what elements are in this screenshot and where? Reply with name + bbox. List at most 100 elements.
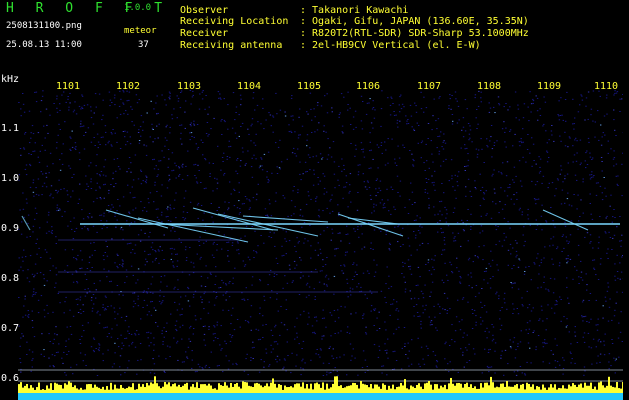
noise-speckle bbox=[443, 282, 445, 284]
noise-speckle bbox=[199, 236, 201, 238]
noise-speckle bbox=[601, 161, 603, 162]
noise-speckle bbox=[404, 262, 406, 264]
noise-speckle bbox=[451, 339, 453, 341]
noise-speckle bbox=[247, 299, 249, 301]
noise-speckle bbox=[355, 312, 357, 314]
activity-bar bbox=[370, 384, 372, 393]
activity-bar bbox=[482, 387, 484, 393]
noise-speckle bbox=[328, 362, 330, 364]
noise-speckle bbox=[524, 373, 526, 375]
noise-speckle bbox=[140, 229, 142, 231]
noise-speckle bbox=[319, 348, 322, 350]
noise-speckle bbox=[216, 296, 218, 297]
noise-speckle bbox=[443, 140, 445, 142]
noise-speckle bbox=[18, 325, 20, 327]
noise-speckle bbox=[146, 292, 148, 294]
noise-speckle bbox=[441, 146, 443, 148]
noise-speckle bbox=[320, 105, 323, 107]
noise-speckle bbox=[598, 338, 600, 340]
noise-speckle bbox=[84, 354, 86, 356]
noise-speckle bbox=[290, 132, 293, 133]
noise-speckle bbox=[49, 152, 52, 154]
noise-speckle bbox=[275, 142, 277, 144]
noise-speckle bbox=[347, 91, 349, 93]
activity-bar bbox=[40, 389, 42, 393]
noise-speckle bbox=[281, 245, 283, 247]
noise-speckle bbox=[556, 246, 559, 248]
noise-speckle bbox=[599, 185, 602, 187]
noise-speckle bbox=[385, 283, 387, 285]
noise-speckle bbox=[31, 310, 33, 312]
noise-speckle bbox=[539, 158, 542, 160]
activity-bar bbox=[92, 387, 94, 393]
noise-speckle bbox=[171, 118, 174, 120]
noise-speckle bbox=[396, 308, 398, 310]
meteor-count: 37 bbox=[138, 40, 149, 50]
noise-speckle bbox=[416, 312, 419, 313]
activity-bar bbox=[184, 383, 186, 393]
noise-speckle bbox=[41, 185, 44, 187]
noise-speckle bbox=[373, 206, 375, 208]
noise-speckle bbox=[193, 120, 195, 122]
noise-speckle bbox=[390, 213, 392, 215]
noise-speckle bbox=[602, 317, 604, 319]
noise-speckle bbox=[319, 248, 321, 250]
noise-speckle bbox=[440, 131, 442, 133]
noise-speckle bbox=[569, 258, 572, 260]
noise-speckle bbox=[488, 349, 490, 351]
activity-bar bbox=[226, 385, 228, 393]
noise-speckle bbox=[183, 219, 186, 221]
noise-speckle bbox=[216, 182, 219, 184]
noise-speckle bbox=[468, 139, 470, 141]
noise-speckle bbox=[476, 156, 479, 158]
noise-speckle bbox=[337, 232, 339, 234]
noise-speckle bbox=[433, 184, 435, 186]
noise-speckle bbox=[538, 156, 540, 158]
noise-speckle bbox=[498, 171, 500, 173]
noise-speckle bbox=[444, 243, 446, 245]
noise-speckle bbox=[409, 150, 411, 151]
noise-speckle bbox=[593, 268, 596, 270]
noise-speckle bbox=[186, 257, 188, 259]
activity-bar bbox=[314, 383, 316, 393]
noise-speckle bbox=[207, 113, 209, 115]
noise-speckle bbox=[304, 238, 306, 240]
activity-bar bbox=[464, 383, 466, 393]
noise-speckle bbox=[94, 250, 96, 251]
noise-speckle bbox=[150, 301, 152, 303]
noise-speckle bbox=[69, 148, 71, 150]
noise-speckle bbox=[302, 173, 304, 175]
noise-speckle bbox=[236, 207, 239, 209]
noise-speckle bbox=[378, 311, 380, 313]
noise-speckle bbox=[471, 287, 473, 289]
activity-bar bbox=[262, 387, 264, 393]
noise-speckle bbox=[238, 213, 241, 215]
noise-speckle bbox=[509, 130, 511, 132]
noise-speckle bbox=[176, 340, 179, 342]
noise-speckle bbox=[579, 164, 581, 166]
noise-speckle bbox=[154, 250, 156, 251]
activity-bar bbox=[142, 384, 144, 393]
noise-speckle bbox=[31, 273, 34, 275]
activity-bar bbox=[244, 382, 246, 393]
activity-bar bbox=[28, 388, 30, 393]
noise-speckle bbox=[295, 155, 298, 157]
noise-speckle bbox=[144, 264, 146, 266]
activity-bar bbox=[56, 383, 58, 393]
noise-speckle bbox=[102, 255, 105, 257]
noise-speckle bbox=[172, 169, 175, 171]
noise-speckle bbox=[450, 159, 453, 161]
meteor-echo bbox=[347, 217, 399, 225]
noise-speckle bbox=[306, 145, 308, 147]
noise-speckle bbox=[94, 93, 97, 95]
noise-speckle bbox=[64, 372, 66, 374]
noise-speckle bbox=[463, 230, 465, 232]
noise-speckle bbox=[515, 175, 517, 177]
noise-speckle bbox=[99, 187, 101, 189]
noise-speckle bbox=[516, 254, 518, 256]
noise-speckle bbox=[102, 304, 104, 306]
noise-speckle bbox=[296, 354, 298, 356]
noise-speckle bbox=[274, 326, 276, 328]
noise-speckle bbox=[462, 351, 464, 353]
activity-bar bbox=[124, 388, 126, 393]
